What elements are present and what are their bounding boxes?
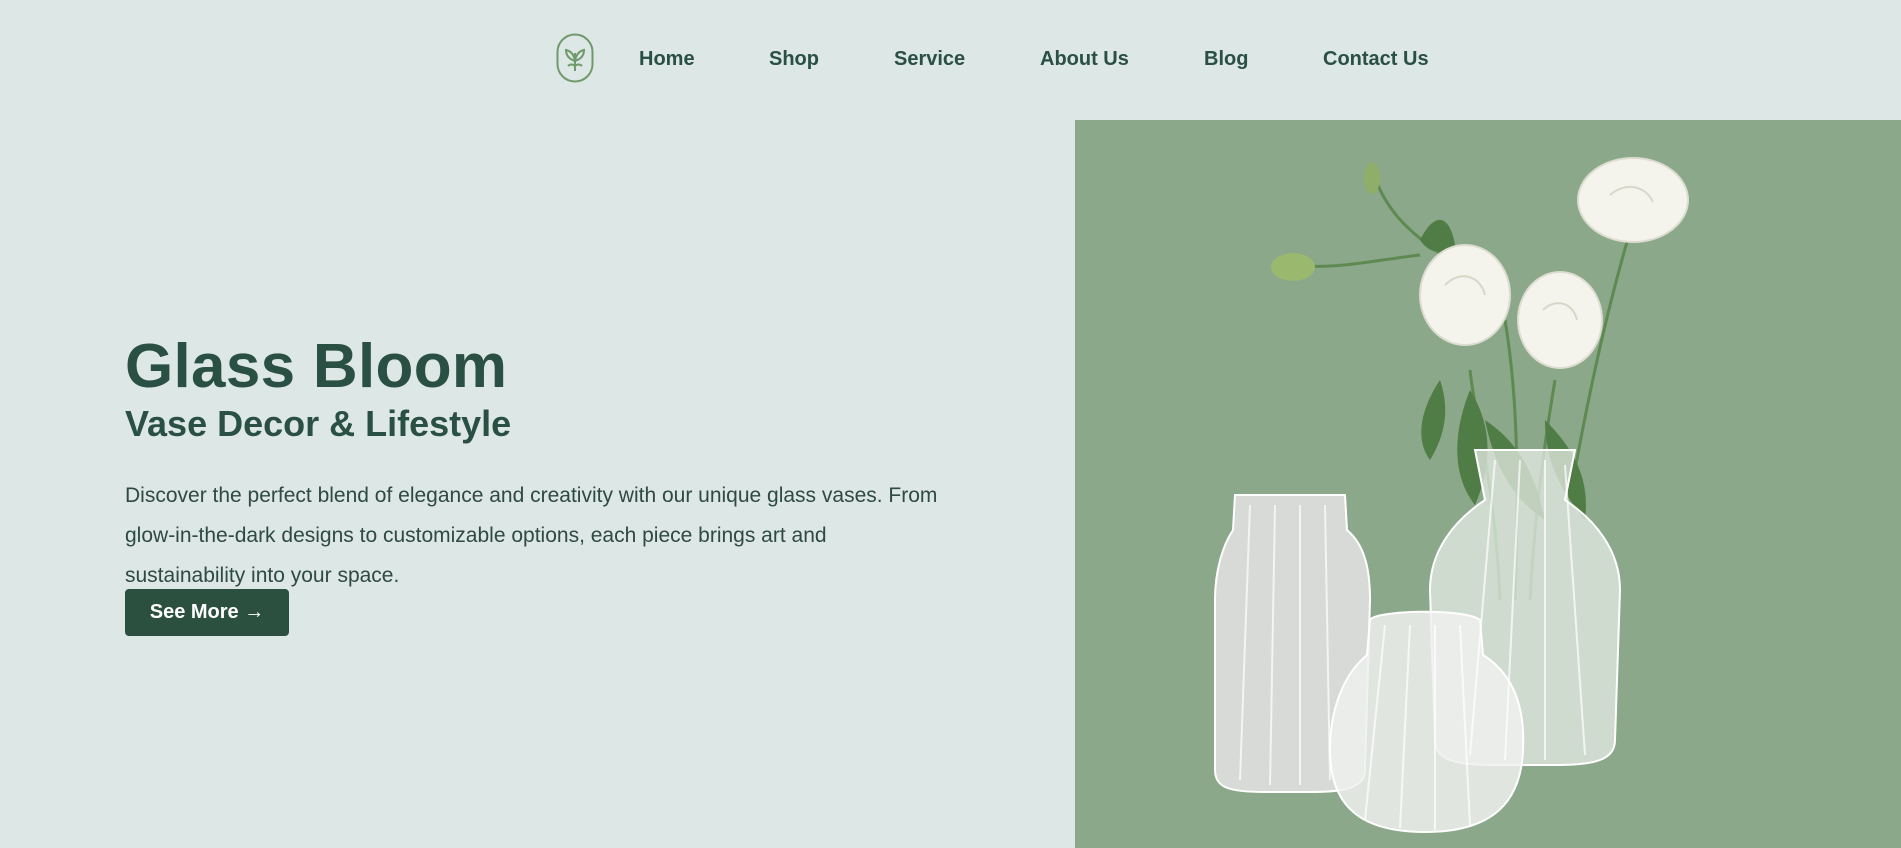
see-more-button[interactable]: See More →: [125, 589, 289, 636]
top-navigation: Home Shop Service About Us Blog Contact …: [0, 0, 1901, 120]
nav-link-shop[interactable]: Shop: [769, 48, 819, 71]
hero-section: Glass Bloom Vase Decor & Lifestyle Disco…: [125, 332, 955, 596]
nav-link-blog[interactable]: Blog: [1204, 48, 1248, 71]
nav-link-service[interactable]: Service: [894, 48, 965, 71]
nav-link-home[interactable]: Home: [639, 48, 695, 71]
nav-link-about-us[interactable]: About Us: [1040, 48, 1129, 71]
nav-link-contact-us[interactable]: Contact Us: [1323, 48, 1429, 71]
hero-vase-image: [1075, 120, 1901, 848]
leaf-logo-icon[interactable]: [556, 33, 594, 83]
hero-title: Glass Bloom: [125, 332, 508, 401]
hero-subtitle: Vase Decor & Lifestyle: [125, 403, 512, 444]
hero-description: Discover the perfect blend of elegance a…: [125, 484, 938, 587]
